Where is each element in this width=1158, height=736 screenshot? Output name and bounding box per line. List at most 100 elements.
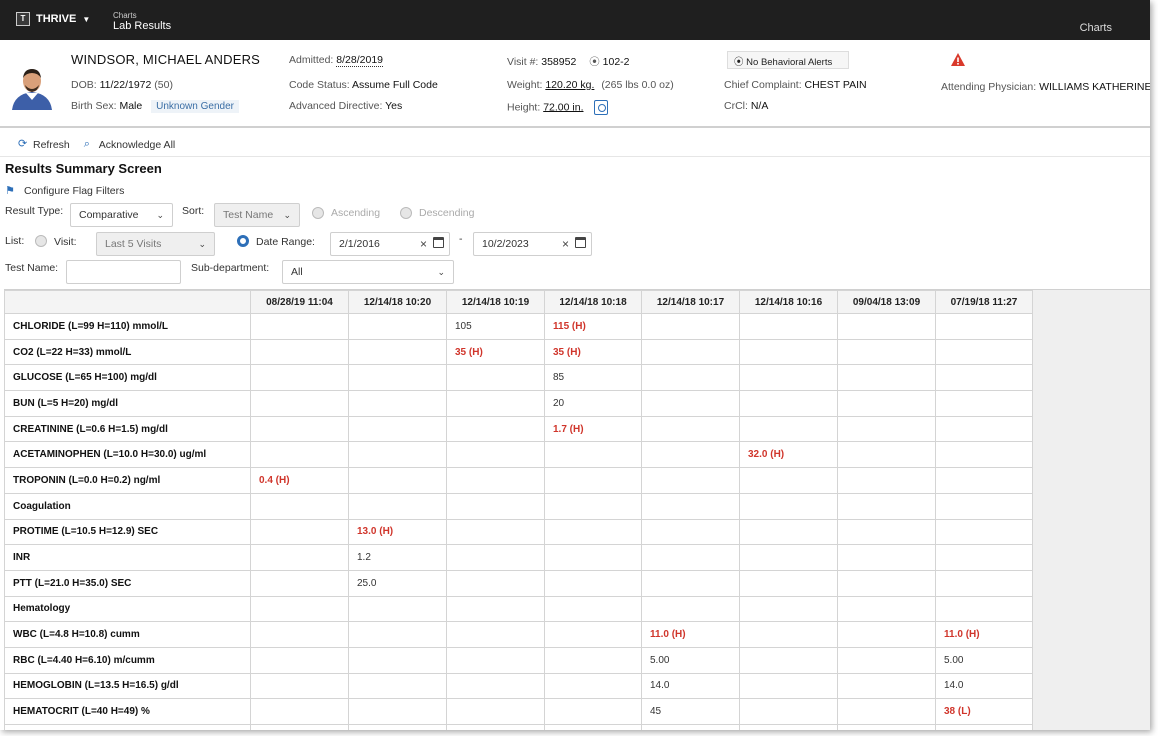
column-header-date[interactable]: 12/14/18 10:20 [348, 290, 447, 314]
result-cell [641, 338, 740, 366]
test-name-cell: HEMATOCRIT (L=40 H=49) % [4, 698, 251, 725]
result-cell [935, 390, 1033, 417]
result-cell [641, 724, 740, 730]
result-cell[interactable]: 11.0 (H) [935, 621, 1033, 648]
result-cell[interactable]: 85 [544, 364, 642, 392]
result-cell [348, 338, 447, 366]
result-cell [935, 415, 1033, 443]
column-header-date[interactable]: 12/14/18 10:19 [446, 290, 545, 314]
result-cell [739, 544, 838, 571]
result-cell[interactable]: 35 (H) [544, 338, 642, 366]
chevron-down-icon: ⌄ [437, 267, 445, 277]
result-cell[interactable]: 38 (L) [935, 698, 1033, 725]
attending-label: Attending Physician: [941, 81, 1037, 93]
height-measure-icon[interactable] [594, 100, 609, 115]
result-cell [837, 569, 936, 597]
date-range-radio[interactable] [237, 235, 249, 247]
result-cell[interactable]: 35 (H) [446, 338, 545, 366]
subdept-select[interactable]: All ⌄ [282, 260, 454, 284]
results-grid-container[interactable]: 08/28/19 11:04 12/14/18 10:20 12/14/18 10:… [4, 289, 1150, 730]
calendar-icon[interactable] [575, 237, 586, 248]
app-switcher[interactable]: T THRIVE ▼ [16, 12, 90, 26]
test-name-cell: Hematology [4, 595, 251, 623]
result-cell[interactable]: 14.0 [935, 672, 1033, 700]
result-cell[interactable]: 25.0 [348, 569, 447, 597]
result-type-select[interactable]: Comparative ⌄ [70, 203, 173, 227]
calendar-icon[interactable] [433, 237, 444, 248]
result-cell [935, 467, 1033, 494]
result-cell [446, 698, 545, 725]
result-cell[interactable]: 1.7 (H) [544, 415, 642, 443]
result-cell [739, 724, 838, 730]
table-row: ACETAMINOPHEN (L=10.0 H=30.0) ug/ml 32.0 … [4, 441, 1033, 469]
weight-value[interactable]: 120.20 kg. [545, 79, 594, 91]
result-cell[interactable]: 45 [641, 698, 740, 725]
sort-select[interactable]: Test Name ⌄ [214, 203, 300, 227]
result-cell [250, 621, 349, 648]
result-cell [446, 569, 545, 597]
behavioral-alerts-button[interactable]: ⦿ No Behavioral Alerts [727, 51, 849, 69]
result-cell[interactable]: 20 [544, 390, 642, 417]
result-cell [837, 724, 936, 730]
result-cell [446, 724, 545, 730]
refresh-button[interactable]: ⟳ Refresh [18, 139, 70, 151]
result-cell[interactable]: 0.4 (H) [250, 467, 349, 494]
result-cell [348, 390, 447, 417]
visit-radio[interactable] [35, 235, 47, 247]
subdept-label: Sub-department: [191, 262, 270, 274]
configure-flag-filters-link[interactable]: ⚑ Configure Flag Filters [5, 185, 124, 197]
result-cell[interactable]: 32.0 (H) [739, 441, 838, 469]
result-cell [544, 569, 642, 597]
column-header-date[interactable]: 12/14/18 10:17 [641, 290, 740, 314]
table-row: Hematology [4, 595, 1033, 623]
result-cell[interactable]: 11.0 (H) [641, 621, 740, 648]
birth-sex-field: Birth Sex: Male Unknown Gender [71, 100, 239, 113]
result-cell[interactable]: 105 [446, 313, 545, 340]
acknowledge-all-button[interactable]: ⌕ Acknowledge All [84, 139, 175, 151]
column-header-date[interactable]: 08/28/19 11:04 [250, 290, 349, 314]
result-cell [250, 415, 349, 443]
height-value[interactable]: 72.00 in. [543, 101, 583, 113]
height-label: Height: [507, 101, 541, 114]
warning-triangle-icon[interactable] [950, 52, 966, 68]
result-cell [739, 415, 838, 443]
ascending-radio[interactable] [312, 207, 324, 219]
column-header-date[interactable]: 12/14/18 10:16 [739, 290, 838, 314]
test-name-input[interactable] [66, 260, 181, 284]
admitted-value[interactable]: 8/28/2019 [336, 54, 383, 67]
descending-radio[interactable] [400, 207, 412, 219]
visit-select[interactable]: Last 5 Visits ⌄ [96, 232, 215, 256]
descending-label: Descending [419, 207, 475, 219]
test-name-cell [4, 724, 251, 730]
result-cell [935, 544, 1033, 571]
charts-link[interactable]: Charts [1080, 22, 1112, 34]
test-name-cell: HEMOGLOBIN (L=13.5 H=16.5) g/dl [4, 672, 251, 700]
result-cell[interactable]: 5.00 [935, 646, 1033, 674]
date-from-input[interactable]: 2/1/2016 × [330, 232, 450, 256]
result-cell [348, 698, 447, 725]
result-cell[interactable]: 5.00 [641, 646, 740, 674]
result-cell [250, 569, 349, 597]
sort-label: Sort: [182, 205, 205, 217]
column-header-date[interactable]: 12/14/18 10:18 [544, 290, 642, 314]
test-name-cell: WBC (L=4.8 H=10.8) cumm [4, 621, 251, 648]
result-cell[interactable]: 13.0 (H) [348, 518, 447, 546]
result-cell[interactable]: 115 (H) [544, 313, 642, 340]
result-cell [935, 724, 1033, 730]
result-cell [544, 518, 642, 546]
date-to-input[interactable]: 10/2/2023 × [473, 232, 592, 256]
column-header-test[interactable] [4, 290, 251, 314]
birth-sex-value: Male [119, 100, 143, 112]
chevron-down-icon: ⌄ [198, 239, 206, 249]
clear-icon[interactable]: × [420, 237, 427, 251]
result-cell[interactable]: 1.2 [348, 544, 447, 571]
column-header-date[interactable]: 09/04/18 13:09 [837, 290, 936, 314]
result-cell[interactable]: 14.0 [641, 672, 740, 700]
adv-directive-label: Advanced Directive: [289, 100, 383, 112]
table-row: Coagulation [4, 492, 1033, 520]
crcl-label: CrCl: [724, 100, 748, 112]
clear-icon[interactable]: × [562, 237, 569, 251]
column-header-date[interactable]: 07/19/18 11:27 [935, 290, 1033, 314]
grid-body: CHLORIDE (L=99 H=110) mmol/L 105 115 (H) CO… [4, 313, 1033, 730]
age-value: (50) [154, 79, 173, 91]
